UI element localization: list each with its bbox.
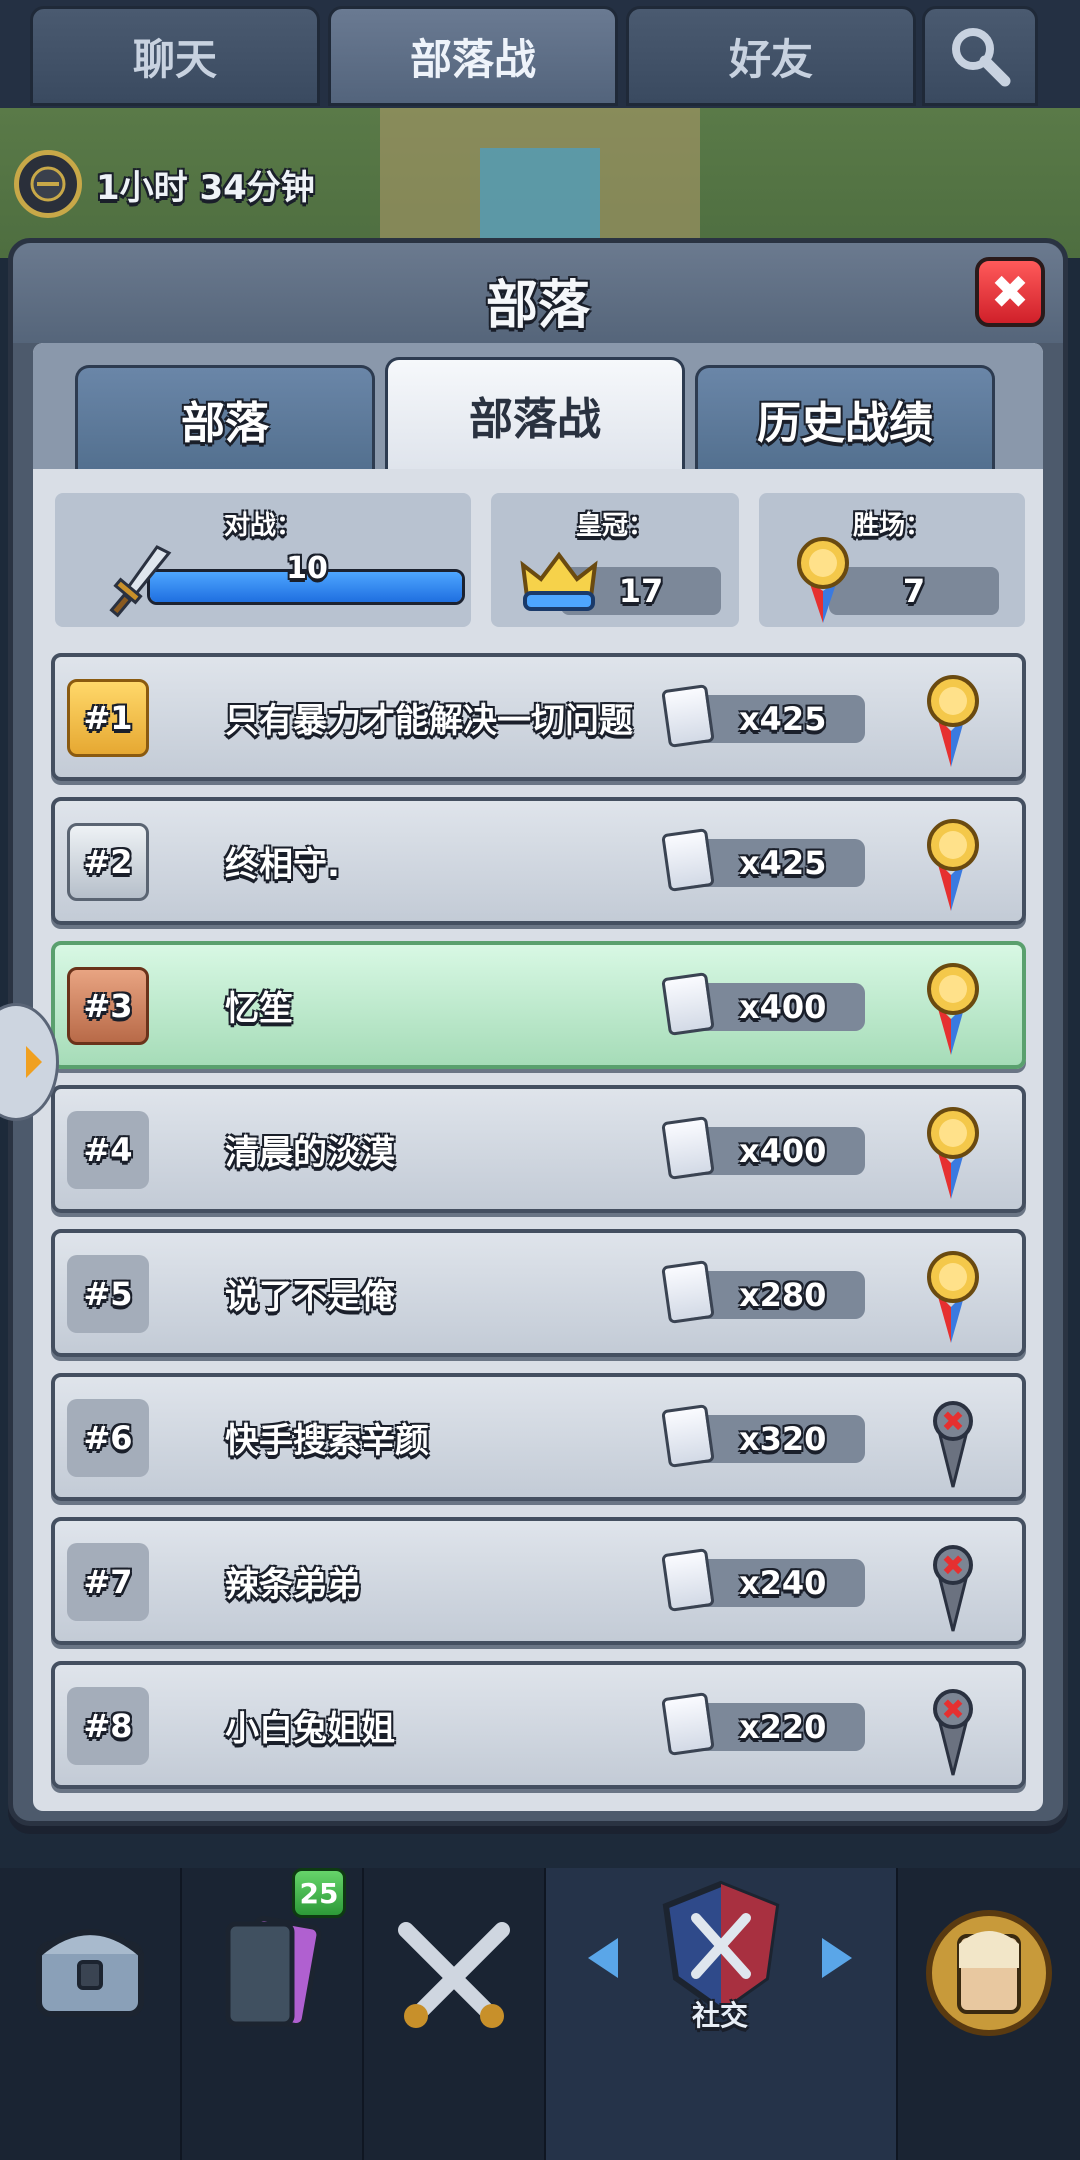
card-icon [661,972,715,1036]
cards-count: x240 [739,1564,827,1602]
battles-label: 对战： [223,511,302,541]
wins-value: 7 [902,572,926,610]
player-name: 小白兔姐姐 [225,1709,395,1749]
rank-badge: #6 [67,1399,149,1477]
cards-count: x320 [739,1420,827,1458]
table-row[interactable]: #4 清晨的淡漠 x400 [51,1085,1026,1213]
war-timer: 1小时 34分钟 [14,150,315,218]
stat-battles: 对战： 10 [55,493,471,627]
player-name: 清晨的淡漠 [225,1133,395,1173]
win-medal-icon [927,1107,979,1199]
rank-badge: #2 [67,823,149,901]
crowns-label: 皇冠： [575,511,654,541]
battles-value: 10 [286,551,328,586]
nav-next-arrow[interactable] [822,1938,852,1978]
svg-text:✖: ✖ [941,1405,964,1438]
social-label: 社交 [691,1999,748,2032]
stat-crowns: 皇冠： 17 [491,493,739,627]
crown-icon [520,551,598,611]
table-row[interactable]: #1 只有暴力才能解决一切问题 x425 [51,653,1026,781]
nav-shop[interactable] [0,1868,182,2160]
table-row[interactable]: #2 终相守. x425 [51,797,1026,925]
rank-badge: #4 [67,1111,149,1189]
table-row[interactable]: #7 辣条弟弟 x240 ✖ [51,1517,1026,1645]
rank-badge: #3 [67,967,149,1045]
cards-count: x220 [739,1708,827,1746]
clock-icon [14,150,82,218]
tab-war-history[interactable]: 历史战绩 [695,365,995,469]
cards-count: x425 [739,844,827,882]
clan-modal: 部落 ✖ 部落 部落战 历史战绩 对战： 10 皇冠： 17 胜场： 7 #1 … [0,238,1068,1826]
win-medal-icon [927,675,979,767]
cards-count: x425 [739,700,827,738]
wins-pill: 7 [829,567,999,615]
search-icon [952,28,1011,87]
win-medal-icon [927,963,979,1055]
sword-icon [109,545,172,618]
modal-title: 部落 [485,276,590,336]
crossed-swords-icon [398,1922,510,2028]
nav-battle[interactable] [364,1868,546,2160]
cards-icon [225,1915,322,2029]
medal-icon [797,537,849,623]
tab-clan-war-inner[interactable]: 部落战 [385,357,685,469]
chest-icon [36,1929,144,2017]
crowns-value: 17 [618,572,664,610]
card-icon [661,1260,715,1324]
rank-badge: #5 [67,1255,149,1333]
card-icon [661,1404,715,1468]
cards-count: x280 [739,1276,827,1314]
player-name: 忆笙 [225,989,293,1029]
cards-badge: 25 [292,1868,346,1918]
inner-tab-bar: 部落 部落战 历史战绩 [33,343,1043,469]
top-tab-bar: 聊天 部落战 好友 [0,0,1080,108]
svg-text:✖: ✖ [941,1693,964,1726]
win-medal-icon [927,1251,979,1343]
player-name: 终相守. [225,845,340,885]
tab-clan[interactable]: 部落 [75,365,375,469]
player-name: 快手搜索辛颜 [225,1421,429,1461]
tab-clan-war[interactable]: 部落战 [328,6,618,106]
cards-count: x400 [739,1132,827,1170]
stat-wins: 胜场： 7 [759,493,1025,627]
table-row[interactable]: #6 快手搜索辛颜 x320 ✖ [51,1373,1026,1501]
loss-medal-icon: ✖ [933,1401,973,1488]
table-row[interactable]: #8 小白兔姐姐 x220 ✖ [51,1661,1026,1789]
card-icon [661,1692,715,1756]
modal-body: 部落 部落战 历史战绩 对战： 10 皇冠： 17 胜场： 7 #1 只有暴力才… [33,343,1043,1811]
modal-header: 部落 ✖ [13,243,1063,343]
close-button[interactable]: ✖ [975,257,1045,327]
bottom-nav: 25 [0,1868,1080,2160]
loss-medal-icon: ✖ [933,1545,973,1632]
avatar-icon [926,1910,1052,2036]
tab-friends[interactable]: 好友 [626,6,916,106]
table-row[interactable]: #3 忆笙 x400 [51,941,1026,1069]
table-row[interactable]: #5 说了不是俺 x280 [51,1229,1026,1357]
cards-count: x400 [739,988,827,1026]
nav-profile[interactable] [898,1868,1080,2160]
card-icon [661,828,715,892]
loss-medal-icon: ✖ [933,1689,973,1776]
player-name: 只有暴力才能解决一切问题 [225,701,633,741]
rank-badge: #7 [67,1543,149,1621]
card-icon [661,1548,715,1612]
close-icon: ✖ [990,265,1030,319]
war-stats: 对战： 10 皇冠： 17 胜场： 7 [33,493,1043,629]
card-icon [661,1116,715,1180]
win-medal-icon [927,819,979,911]
card-icon [661,684,715,748]
nav-prev-arrow[interactable] [588,1938,618,1978]
player-name: 辣条弟弟 [225,1565,361,1605]
tab-search[interactable] [922,6,1038,106]
svg-text:✖: ✖ [941,1549,964,1582]
rank-badge: #8 [67,1687,149,1765]
rank-badge: #1 [67,679,149,757]
player-name: 说了不是俺 [225,1277,395,1317]
tab-chat[interactable]: 聊天 [30,6,320,106]
timer-text: 1小时 34分钟 [96,167,315,208]
